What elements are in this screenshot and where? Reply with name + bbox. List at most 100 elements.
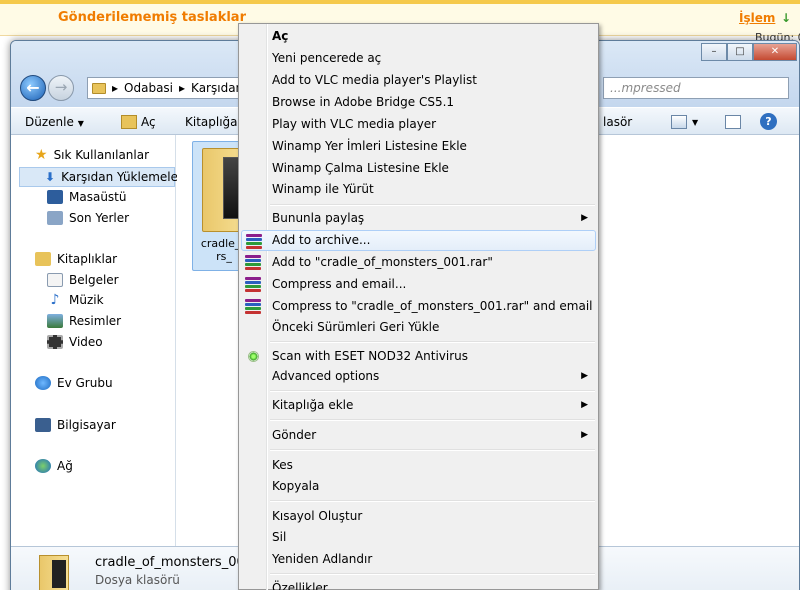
folder-thumbnail-icon [39, 555, 69, 590]
maximize-button[interactable]: □ [727, 43, 753, 61]
menu-item-label: Play with VLC media player [272, 117, 437, 131]
breadcrumb-item[interactable]: Karşıdan [191, 81, 243, 95]
menu-item-label: Bununla paylaş [272, 211, 365, 225]
nav-network-label: Ağ [57, 459, 73, 473]
menu-item-label: Önceki Sürümleri Geri Yükle [272, 320, 440, 334]
menu-item-browse-in-adobe-bridge-cs5-1[interactable]: Browse in Adobe Bridge CS5.1 [241, 92, 596, 113]
address-bar[interactable]: ▸ Odabasi ▸ Karşıdan [87, 77, 247, 99]
submenu-arrow-icon: ▶ [581, 400, 588, 410]
winrar-icon [246, 234, 262, 249]
menu-item-winamp-alma-listesine-ekle[interactable]: Winamp Çalma Listesine Ekle [241, 158, 596, 179]
nav-item-pictures[interactable]: Resimler [47, 311, 121, 331]
menu-item-add-to-cradle-of-monsters-001-rar[interactable]: Add to "cradle_of_monsters_001.rar" [241, 252, 596, 273]
menu-item-yeni-pencerede-a[interactable]: Yeni pencerede aç [241, 48, 596, 69]
menu-item-label: Kısayol Oluştur [272, 509, 363, 523]
nav-item-label: Müzik [69, 293, 104, 307]
menu-separator [270, 419, 595, 421]
nav-item-desktop[interactable]: Masaüstü [47, 187, 126, 207]
forward-button[interactable]: → [48, 75, 74, 101]
menu-item-zellikler[interactable]: Özellikler [241, 578, 596, 590]
menu-item-label: Scan with ESET NOD32 Antivirus [272, 349, 469, 363]
menu-item-k-sayol-olu-tur[interactable]: Kısayol Oluştur [241, 506, 596, 527]
menu-item-yeniden-adland-r[interactable]: Yeniden Adlandır [241, 549, 596, 570]
menu-item-label: Yeni pencerede aç [272, 51, 382, 65]
nav-item-music[interactable]: ♪ Müzik [47, 290, 104, 310]
nav-item-recent-places[interactable]: Son Yerler [47, 208, 129, 228]
menu-item-label: Sil [272, 530, 287, 544]
menu-item-label: Winamp ile Yürüt [272, 182, 374, 196]
web-page-title: Gönderilememiş taslaklar [58, 10, 246, 25]
nav-libraries[interactable]: Kitaplıklar [35, 249, 117, 269]
view-dropdown-arrow-icon[interactable]: ▼ [692, 118, 698, 127]
menu-separator [270, 341, 595, 343]
preview-pane-icon[interactable] [725, 115, 741, 129]
breadcrumb-item[interactable]: Odabasi [124, 81, 173, 95]
menu-item-bununla-payla[interactable]: Bununla paylaş ▶ [241, 208, 596, 229]
nav-homegroup-label: Ev Grubu [57, 376, 113, 390]
nav-item-label: Belgeler [69, 273, 119, 287]
music-icon: ♪ [50, 292, 60, 308]
menu-item-advanced-options[interactable]: Advanced options ▶ [241, 366, 596, 387]
web-action-link[interactable]: İşlem [739, 11, 775, 25]
nav-item-documents[interactable]: Belgeler [47, 270, 119, 290]
open-button[interactable]: Aç [141, 115, 156, 129]
menu-item-scan-with-eset-nod32-antivirus[interactable]: Scan with ESET NOD32 Antivirus [241, 346, 596, 367]
videos-icon [47, 335, 63, 349]
menu-item-g-nder[interactable]: Gönder ▶ [241, 425, 596, 446]
new-folder-button[interactable]: lasör [603, 115, 632, 129]
forward-arrow-icon: → [54, 78, 68, 96]
nav-favorites[interactable]: ★ Sık Kullanılanlar [35, 145, 149, 165]
menu-item-kitapl-a-ekle[interactable]: Kitaplığa ekle ▶ [241, 395, 596, 416]
menu-item-add-to-vlc-media-player-s-playlist[interactable]: Add to VLC media player's Playlist [241, 70, 596, 91]
menu-item-play-with-vlc-media-player[interactable]: Play with VLC media player [241, 114, 596, 135]
folder-icon [92, 82, 106, 94]
view-options-icon[interactable] [671, 115, 687, 129]
menu-item-winamp-yer-i-mleri-listesine-ekle[interactable]: Winamp Yer İmleri Listesine Ekle [241, 136, 596, 157]
nav-favorites-label: Sık Kullanılanlar [53, 148, 150, 162]
submenu-arrow-icon: ▶ [581, 213, 588, 223]
nav-computer[interactable]: Bilgisayar [35, 415, 116, 435]
menu-separator [270, 573, 595, 575]
menu-item-compress-to-cradle-of-monsters-001-rar-and-email[interactable]: Compress to "cradle_of_monsters_001.rar"… [241, 296, 596, 317]
menu-item-label: Add to VLC media player's Playlist [272, 73, 477, 87]
menu-item-compress-and-email[interactable]: Compress and email... [241, 274, 596, 295]
documents-icon [47, 273, 63, 287]
nav-homegroup[interactable]: Ev Grubu [35, 373, 113, 393]
submenu-arrow-icon: ▶ [581, 371, 588, 381]
back-arrow-icon: ← [26, 78, 40, 97]
details-item-type: Dosya klasörü [95, 573, 180, 587]
homegroup-icon [35, 376, 51, 390]
nav-item-label: Resimler [69, 314, 122, 328]
organize-button[interactable]: Düzenle ▼ [25, 115, 84, 129]
menu-separator [270, 204, 595, 206]
breadcrumb-separator-icon: ▸ [179, 81, 186, 95]
dropdown-arrow-icon: ▼ [77, 119, 84, 128]
menu-item-winamp-ile-y-r-t[interactable]: Winamp ile Yürüt [241, 179, 596, 200]
menu-item-label: Compress to "cradle_of_monsters_001.rar"… [272, 299, 593, 313]
menu-item-label: Yeniden Adlandır [272, 552, 373, 566]
menu-separator [270, 390, 595, 392]
breadcrumb-separator-icon: ▸ [112, 81, 119, 95]
nav-item-label: Son Yerler [69, 211, 130, 225]
menu-item-label: Advanced options [272, 369, 380, 383]
nav-network[interactable]: Ağ [35, 456, 73, 476]
menu-item-add-to-archive[interactable]: Add to archive... [241, 230, 596, 251]
nav-item-videos[interactable]: Video [47, 332, 103, 352]
back-button[interactable]: ← [20, 75, 46, 101]
search-input[interactable]: ...mpressed [603, 77, 789, 99]
menu-item-sil[interactable]: Sil [241, 527, 596, 548]
menu-item-kopyala[interactable]: Kopyala [241, 476, 596, 497]
submenu-arrow-icon: ▶ [581, 430, 588, 440]
nav-item-downloads[interactable]: ⬇ Karşıdan Yüklemeler [19, 167, 183, 187]
down-arrow-icon[interactable]: ↓ [781, 11, 791, 25]
menu-item-label: Kitaplığa ekle [272, 398, 354, 412]
help-icon[interactable]: ? [760, 113, 777, 130]
menu-item-a[interactable]: Aç [241, 26, 596, 47]
close-button[interactable]: ✕ [753, 43, 797, 61]
menu-item-nceki-s-r-mleri-geri-y-kle[interactable]: Önceki Sürümleri Geri Yükle [241, 317, 596, 338]
menu-item-label: Add to "cradle_of_monsters_001.rar" [272, 255, 493, 269]
nav-libraries-label: Kitaplıklar [57, 252, 118, 266]
menu-item-kes[interactable]: Kes [241, 455, 596, 476]
network-icon [35, 459, 51, 473]
minimize-button[interactable]: – [701, 43, 727, 61]
